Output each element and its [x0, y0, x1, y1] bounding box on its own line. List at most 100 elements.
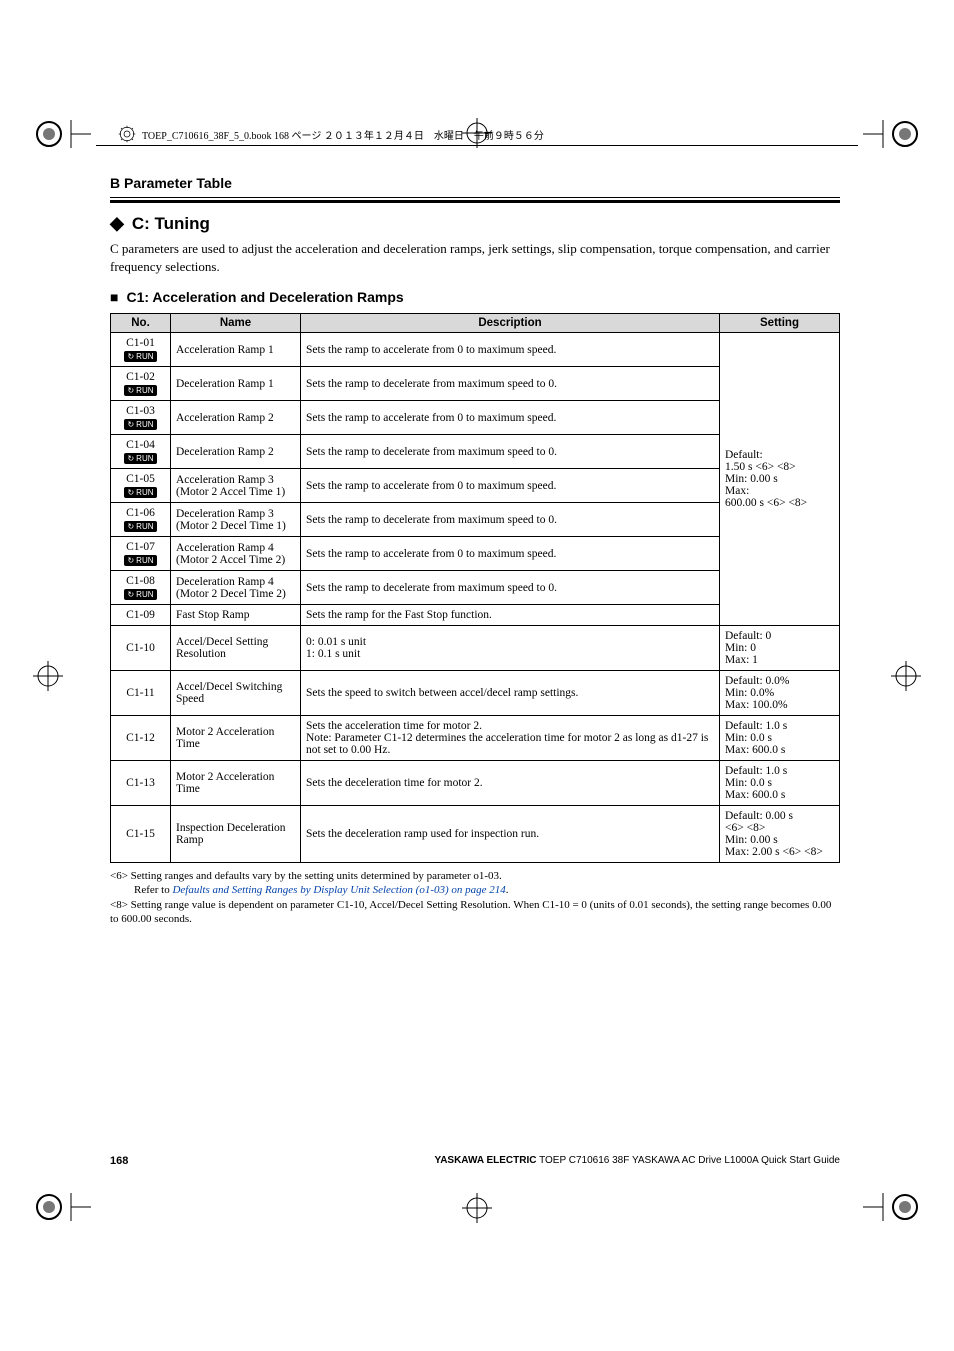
cell-no: C1-06RUN — [111, 503, 171, 537]
cell-desc: 0: 0.01 s unit 1: 0.1 s unit — [301, 626, 720, 671]
crop-mark-top-right — [863, 120, 919, 148]
cell-setting: Default: 1.50 s <6> <8> Min: 0.00 s Max:… — [720, 333, 840, 626]
col-header-no: No. — [111, 314, 171, 333]
cell-no: C1-05RUN — [111, 469, 171, 503]
cell-desc: Sets the deceleration time for motor 2. — [301, 761, 720, 806]
footnote-6b-pre: Refer to — [134, 884, 172, 896]
footnote-6b-link[interactable]: Defaults and Setting Ranges by Display U… — [172, 884, 505, 896]
header-rule — [96, 145, 858, 146]
cell-no: C1-10 — [111, 626, 171, 671]
cell-desc: Sets the ramp to decelerate from maximum… — [301, 435, 720, 469]
cell-desc: Sets the ramp to accelerate from 0 to ma… — [301, 333, 720, 367]
crop-mark-bottom-right — [863, 1193, 919, 1221]
run-icon: RUN — [124, 419, 156, 430]
divider-thin — [110, 197, 840, 198]
col-header-desc: Description — [301, 314, 720, 333]
footnote-6b: Refer to Defaults and Setting Ranges by … — [110, 883, 840, 897]
cell-no: C1-12 — [111, 716, 171, 761]
cell-no: C1-13 — [111, 761, 171, 806]
parameter-table: No. Name Description Setting C1-01RUNAcc… — [110, 313, 840, 863]
cell-setting: Default: 0 Min: 0 Max: 1 — [720, 626, 840, 671]
table-row: C1-10Accel/Decel Setting Resolution0: 0.… — [111, 626, 840, 671]
cell-desc: Sets the ramp to accelerate from 0 to ma… — [301, 537, 720, 571]
cell-name: Deceleration Ramp 4 (Motor 2 Decel Time … — [171, 571, 301, 605]
footer-brand: YASKAWA ELECTRIC — [434, 1155, 536, 1166]
heading-c-tuning: ◆ C: Tuning — [110, 213, 840, 234]
footnote-6b-post: . — [506, 884, 509, 896]
table-row: C1-01RUNAcceleration Ramp 1Sets the ramp… — [111, 333, 840, 367]
cell-no: C1-01RUN — [111, 333, 171, 367]
cell-name: Motor 2 Acceleration Time — [171, 716, 301, 761]
cell-name: Accel/Decel Setting Resolution — [171, 626, 301, 671]
crop-mark-mid-bottom — [462, 1193, 492, 1223]
cell-setting: Default: 1.0 s Min: 0.0 s Max: 600.0 s — [720, 761, 840, 806]
cell-name: Fast Stop Ramp — [171, 605, 301, 626]
heading-text: C: Tuning — [132, 214, 210, 234]
diamond-icon: ◆ — [110, 213, 124, 234]
col-header-setting: Setting — [720, 314, 840, 333]
cell-name: Acceleration Ramp 2 — [171, 401, 301, 435]
cell-desc: Sets the acceleration time for motor 2. … — [301, 716, 720, 761]
table-row: C1-13Motor 2 Acceleration TimeSets the d… — [111, 761, 840, 806]
footnote-8: <8> Setting range value is dependent on … — [110, 898, 840, 927]
cell-desc: Sets the deceleration ramp used for insp… — [301, 806, 720, 863]
heading-c1-text: C1: Acceleration and Deceleration Ramps — [126, 289, 403, 305]
run-icon: RUN — [124, 385, 156, 396]
square-icon: ■ — [110, 289, 118, 305]
footnotes: <6> Setting ranges and defaults vary by … — [110, 869, 840, 926]
table-row: C1-12Motor 2 Acceleration TimeSets the a… — [111, 716, 840, 761]
cell-name: Acceleration Ramp 1 — [171, 333, 301, 367]
table-row: C1-11Accel/Decel Switching SpeedSets the… — [111, 671, 840, 716]
cell-name: Acceleration Ramp 3 (Motor 2 Accel Time … — [171, 469, 301, 503]
cell-name: Deceleration Ramp 2 — [171, 435, 301, 469]
cell-name: Acceleration Ramp 4 (Motor 2 Accel Time … — [171, 537, 301, 571]
cell-no: C1-07RUN — [111, 537, 171, 571]
cell-name: Inspection Deceleration Ramp — [171, 806, 301, 863]
cell-no: C1-03RUN — [111, 401, 171, 435]
cell-no: C1-04RUN — [111, 435, 171, 469]
cell-no: C1-11 — [111, 671, 171, 716]
cell-desc: Sets the ramp to accelerate from 0 to ma… — [301, 401, 720, 435]
cell-desc: Sets the ramp to decelerate from maximum… — [301, 571, 720, 605]
crop-mark-top-left — [35, 120, 91, 148]
table-row: C1-15Inspection Deceleration RampSets th… — [111, 806, 840, 863]
cell-no: C1-09 — [111, 605, 171, 626]
footer-guide: TOEP C710616 38F YASKAWA AC Drive L1000A… — [537, 1155, 841, 1166]
table-header-row: No. Name Description Setting — [111, 314, 840, 333]
cell-name: Deceleration Ramp 3 (Motor 2 Decel Time … — [171, 503, 301, 537]
run-icon: RUN — [124, 521, 156, 532]
cell-desc: Sets the ramp to decelerate from maximum… — [301, 367, 720, 401]
book-header-text: TOEP_C710616_38F_5_0.book 168 ページ ２０１３年１… — [142, 127, 544, 142]
book-header: TOEP_C710616_38F_5_0.book 168 ページ ２０１３年１… — [118, 125, 544, 143]
crop-mark-mid-right — [891, 661, 921, 691]
cell-name: Motor 2 Acceleration Time — [171, 761, 301, 806]
cell-desc: Sets the ramp to decelerate from maximum… — [301, 503, 720, 537]
run-icon: RUN — [124, 589, 156, 600]
section-label: B Parameter Table — [110, 175, 840, 191]
run-icon: RUN — [124, 555, 156, 566]
cell-desc: Sets the speed to switch between accel/d… — [301, 671, 720, 716]
cell-desc: Sets the ramp to accelerate from 0 to ma… — [301, 469, 720, 503]
col-header-name: Name — [171, 314, 301, 333]
run-icon: RUN — [124, 453, 156, 464]
gear-icon — [118, 125, 136, 143]
crop-mark-mid-left — [33, 661, 63, 691]
cell-name: Accel/Decel Switching Speed — [171, 671, 301, 716]
cell-name: Deceleration Ramp 1 — [171, 367, 301, 401]
footer-right: YASKAWA ELECTRIC TOEP C710616 38F YASKAW… — [434, 1155, 840, 1167]
page-number: 168 — [110, 1155, 128, 1167]
cell-setting: Default: 1.0 s Min: 0.0 s Max: 600.0 s — [720, 716, 840, 761]
run-icon: RUN — [124, 487, 156, 498]
cell-setting: Default: 0.00 s <6> <8> Min: 0.00 s Max:… — [720, 806, 840, 863]
crop-mark-bottom-left — [35, 1193, 91, 1221]
heading-c1: ■ C1: Acceleration and Deceleration Ramp… — [110, 289, 840, 305]
cell-no: C1-15 — [111, 806, 171, 863]
run-icon: RUN — [124, 351, 156, 362]
cell-setting: Default: 0.0% Min: 0.0% Max: 100.0% — [720, 671, 840, 716]
intro-paragraph: C parameters are used to adjust the acce… — [110, 240, 840, 275]
cell-no: C1-08RUN — [111, 571, 171, 605]
cell-desc: Sets the ramp for the Fast Stop function… — [301, 605, 720, 626]
footnote-6a: <6> Setting ranges and defaults vary by … — [110, 869, 840, 883]
page-footer: 168 YASKAWA ELECTRIC TOEP C710616 38F YA… — [110, 1155, 840, 1167]
divider-thick — [110, 200, 840, 203]
